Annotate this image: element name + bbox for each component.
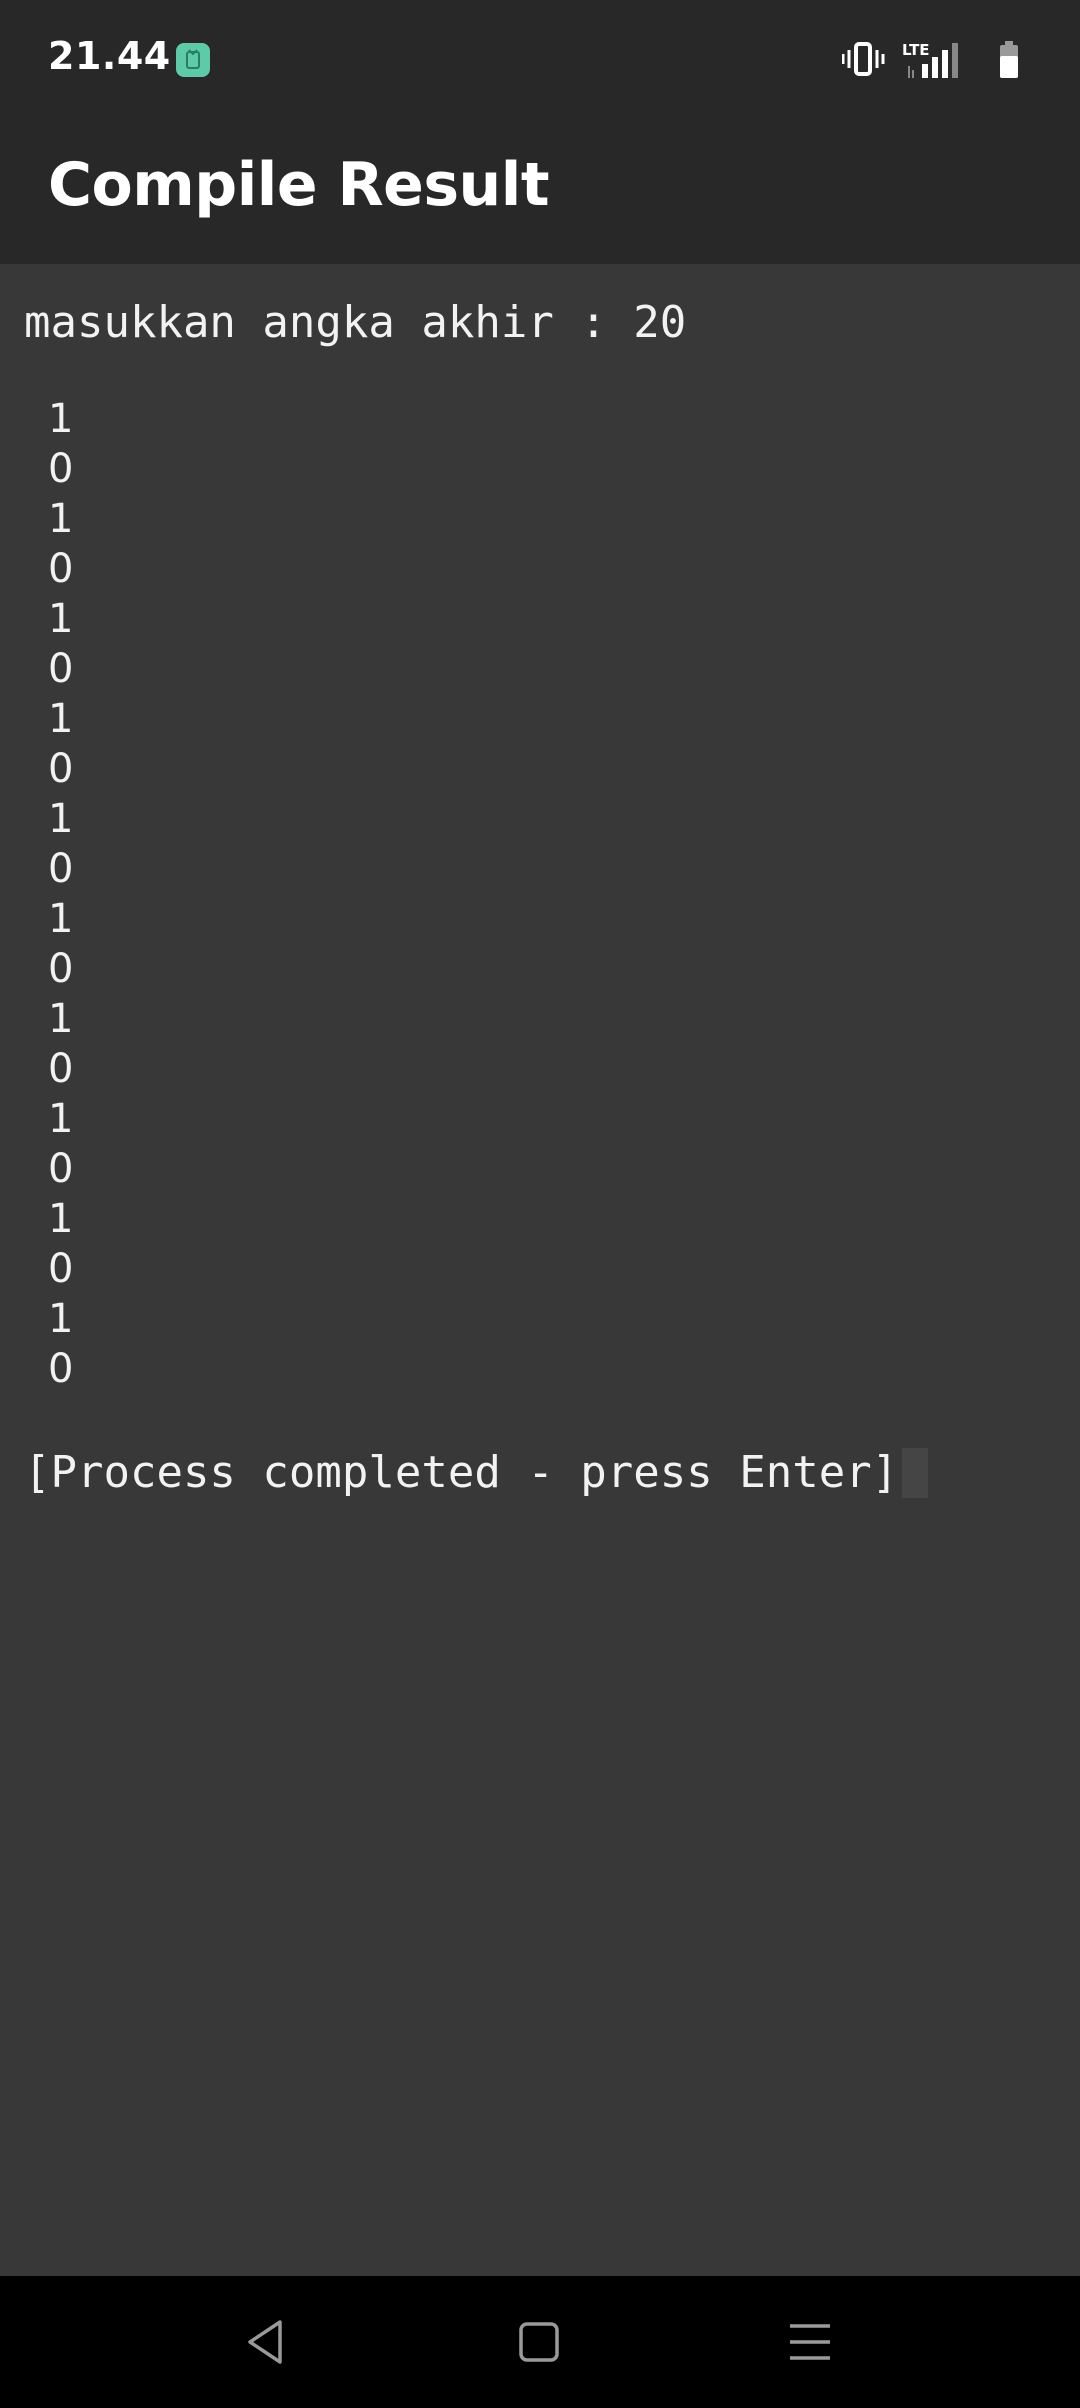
page-title: Compile Result bbox=[48, 150, 550, 220]
notification-app-icon bbox=[176, 43, 210, 77]
recents-menu-icon[interactable] bbox=[772, 2304, 848, 2380]
completion-line: [Process completed - press Enter] bbox=[24, 1447, 929, 1498]
app-bar: Compile Result bbox=[0, 120, 1080, 264]
output-line: 0 bbox=[48, 1246, 74, 1292]
output-list: 10101010101010101010 bbox=[48, 394, 73, 1394]
terminal-output[interactable]: masukkan angka akhir : 20 10101010101010… bbox=[0, 264, 1080, 2276]
vibrate-icon bbox=[842, 42, 885, 76]
status-clock: 21.44 bbox=[48, 34, 171, 78]
prompt-line: masukkan angka akhir : 20 bbox=[24, 297, 687, 348]
output-line: 1 bbox=[48, 696, 74, 742]
output-line: 0 bbox=[48, 1146, 74, 1192]
output-line: 0 bbox=[48, 746, 74, 792]
output-line: 0 bbox=[48, 946, 74, 992]
output-line: 0 bbox=[48, 1046, 74, 1092]
status-icons: LTE bbox=[842, 41, 1018, 78]
output-line: 0 bbox=[48, 846, 74, 892]
text-cursor bbox=[902, 1448, 929, 1498]
navigation-bar bbox=[0, 2276, 1080, 2408]
home-icon[interactable] bbox=[501, 2304, 577, 2380]
battery-icon bbox=[1000, 41, 1018, 78]
output-line: 1 bbox=[48, 996, 74, 1042]
output-line: 1 bbox=[48, 796, 74, 842]
output-line: 1 bbox=[48, 1096, 74, 1142]
output-line: 1 bbox=[48, 396, 74, 442]
back-icon[interactable] bbox=[228, 2304, 304, 2380]
output-line: 0 bbox=[48, 646, 74, 692]
status-bar: 21.44 LTE bbox=[0, 0, 1080, 120]
output-line: 1 bbox=[48, 1296, 74, 1342]
output-line: 0 bbox=[48, 446, 74, 492]
output-line: 0 bbox=[48, 1346, 74, 1392]
completion-text: [Process completed - press Enter] bbox=[24, 1447, 899, 1498]
output-line: 1 bbox=[48, 496, 74, 542]
output-line: 1 bbox=[48, 1196, 74, 1242]
output-line: 1 bbox=[48, 896, 74, 942]
output-line: 0 bbox=[48, 546, 74, 592]
lte-label: LTE bbox=[902, 41, 930, 59]
output-line: 1 bbox=[48, 596, 74, 642]
